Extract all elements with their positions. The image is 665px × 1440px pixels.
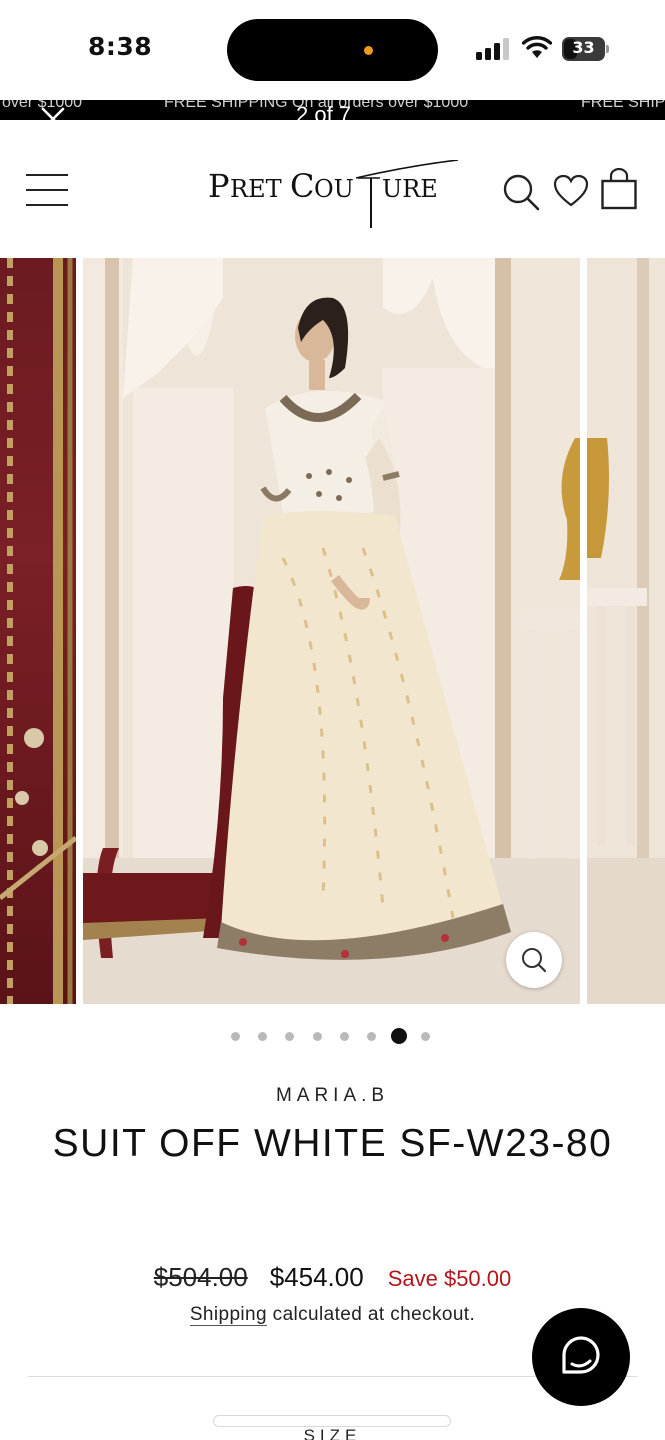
product-gallery[interactable] xyxy=(0,258,665,1006)
site-logo[interactable]: P RET C OU URE xyxy=(208,160,468,235)
savings-badge: Save $50.00 xyxy=(387,1266,512,1291)
pagination-dot[interactable] xyxy=(231,1032,240,1041)
svg-text:C: C xyxy=(290,167,314,205)
svg-text:P: P xyxy=(208,167,230,205)
next-slide-image xyxy=(587,258,665,1004)
battery-icon: 33 xyxy=(562,37,610,61)
size-label: SIZE xyxy=(303,1426,362,1440)
product-title: SUIT OFF WHITE SF-W23-80 xyxy=(52,1122,613,1165)
battery-percent: 33 xyxy=(572,38,595,57)
announcement-item: FREE SHIP xyxy=(581,100,665,111)
chat-icon xyxy=(562,1336,600,1374)
logo-mark: P RET C OU URE xyxy=(208,160,459,228)
shipping-note-text: calculated at checkout. xyxy=(266,1304,476,1325)
pagination-dot[interactable] xyxy=(285,1032,295,1041)
magnify-icon xyxy=(522,948,547,973)
pagination-dot[interactable] xyxy=(258,1032,268,1041)
wifi-icon xyxy=(522,36,552,58)
status-bar: 8:38 33 xyxy=(0,0,665,100)
zoom-button[interactable] xyxy=(506,932,562,988)
pagination-dot[interactable] xyxy=(367,1032,376,1041)
menu-icon[interactable] xyxy=(26,174,68,206)
chat-button[interactable] xyxy=(532,1308,630,1406)
compare-at-price: $504.00 xyxy=(153,1262,248,1292)
battery-cap xyxy=(606,45,609,53)
heart-icon[interactable] xyxy=(553,174,589,208)
pagination-dot[interactable] xyxy=(312,1032,322,1041)
privacy-indicator-dot xyxy=(364,46,373,55)
price-row: $504.00 $454.00 Save $50.00 xyxy=(0,1262,665,1293)
cellular-signal-icon xyxy=(476,38,509,60)
gallery-slide-next[interactable] xyxy=(587,258,665,1004)
gallery-slide-current[interactable] xyxy=(83,258,580,1004)
pagination-dot-active[interactable] xyxy=(391,1028,408,1044)
product-photo xyxy=(83,258,580,1004)
svg-text:OU: OU xyxy=(314,175,354,203)
dynamic-island xyxy=(227,19,438,81)
site-header: P RET C OU URE xyxy=(0,120,665,255)
cart-icon[interactable] xyxy=(600,168,638,210)
pagination-dot[interactable] xyxy=(421,1032,431,1041)
previous-slide-image xyxy=(0,258,76,1004)
status-time: 8:38 xyxy=(88,32,153,61)
product-vendor[interactable]: MARIA.B xyxy=(0,1085,665,1107)
gallery-pagination xyxy=(0,1028,665,1044)
pagination-dot[interactable] xyxy=(339,1032,349,1041)
gallery-slide-previous[interactable] xyxy=(0,258,76,1004)
shipping-policy-link[interactable]: Shipping xyxy=(189,1304,267,1326)
svg-text:URE: URE xyxy=(382,175,438,203)
search-icon[interactable] xyxy=(501,172,541,212)
sale-price: $454.00 xyxy=(269,1262,364,1292)
svg-text:RET: RET xyxy=(230,175,282,203)
